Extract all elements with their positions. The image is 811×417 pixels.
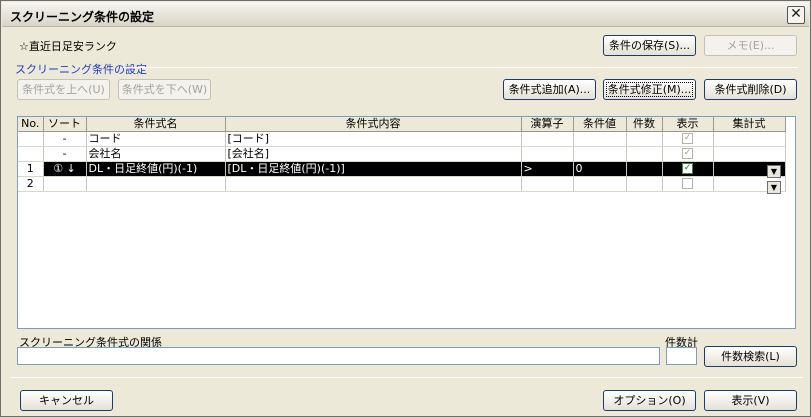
cell-operator: > (521, 161, 574, 177)
cell-value: 0 (573, 161, 627, 177)
cell-show: ✓ (662, 131, 714, 147)
aggregate-dropdown-icon[interactable]: ▼ (767, 181, 781, 194)
cell-no (18, 146, 44, 162)
col-count[interactable]: 件数 (626, 117, 663, 132)
title-bar: スクリーニング条件の設定 ✕ (2, 2, 809, 27)
conditions-grid[interactable]: No. ソート 条件式名 条件式内容 演算子 条件値 件数 表示 集計式 - コ… (17, 116, 796, 329)
cell-show: ✓ (662, 146, 714, 162)
col-value[interactable]: 条件値 (573, 117, 627, 132)
cell-content (225, 176, 522, 192)
cell-content: [DL・日足終値(円)(-1)] (225, 161, 522, 177)
screening-dialog: スクリーニング条件の設定 ✕ ☆直近日足安ランク 条件の保存(S)... メモ(… (0, 0, 811, 417)
cell-no: 2 (18, 176, 44, 192)
cell-aggregate (713, 131, 786, 147)
cancel-button[interactable]: キャンセル (20, 390, 113, 411)
cell-value (573, 131, 627, 147)
relation-input[interactable] (17, 347, 660, 365)
col-name[interactable]: 条件式名 (86, 117, 226, 132)
cell-name: 会社名 (86, 146, 226, 162)
cell-no: 1 (18, 161, 44, 177)
cell-name (86, 176, 226, 192)
cell-operator (521, 146, 574, 162)
cell-sort: - (43, 131, 87, 147)
col-aggregate[interactable]: 集計式 (713, 117, 786, 132)
cell-sort: ① ↓ (43, 161, 87, 177)
cell-content: [会社名] (225, 146, 522, 162)
cell-value (573, 146, 627, 162)
cell-aggregate (713, 146, 786, 162)
display-button[interactable]: 表示(V) (704, 390, 797, 411)
cell-count (626, 131, 663, 147)
table-row[interactable]: - コード [コード] ✓ (18, 131, 786, 147)
show-checkbox[interactable] (682, 178, 693, 189)
col-show[interactable]: 表示 (662, 117, 714, 132)
cell-count (626, 146, 663, 162)
col-content[interactable]: 条件式内容 (225, 117, 522, 132)
conditions-table: No. ソート 条件式名 条件式内容 演算子 条件値 件数 表示 集計式 - コ… (18, 117, 786, 192)
delete-condition-button[interactable]: 条件式削除(D) (704, 79, 797, 100)
count-search-button[interactable]: 件数検索(L) (704, 346, 797, 367)
col-operator[interactable]: 演算子 (521, 117, 574, 132)
section-label: スクリーニング条件の設定 (15, 63, 147, 76)
aggregate-dropdown-icon[interactable]: ▼ (767, 165, 781, 178)
move-down-button[interactable]: 条件式を下へ(W) (118, 79, 211, 100)
table-row-selected[interactable]: 1 ① ↓ DL・日足終値(円)(-1) [DL・日足終値(円)(-1)] > … (18, 161, 786, 177)
add-condition-button[interactable]: 条件式追加(A)... (503, 79, 596, 100)
grid-header-row: No. ソート 条件式名 条件式内容 演算子 条件値 件数 表示 集計式 (18, 117, 786, 132)
section-divider (123, 67, 798, 68)
cell-operator (521, 176, 574, 192)
cell-name: コード (86, 131, 226, 147)
close-icon[interactable]: ✕ (787, 6, 805, 24)
memo-button[interactable]: メモ(E)... (704, 35, 797, 56)
cell-show: ✓ (662, 161, 714, 177)
cell-value (573, 176, 627, 192)
cell-count (626, 161, 663, 177)
show-checkbox[interactable]: ✓ (682, 148, 693, 159)
modify-condition-button[interactable]: 条件式修正(M)... (603, 79, 696, 100)
move-up-button[interactable]: 条件式を上へ(U) (17, 79, 110, 100)
cell-no (18, 131, 44, 147)
table-row[interactable]: 2 (18, 176, 786, 192)
cell-sort: - (43, 146, 87, 162)
table-row[interactable]: - 会社名 [会社名] ✓ (18, 146, 786, 162)
window-title: スクリーニング条件の設定 (10, 10, 155, 24)
col-sort[interactable]: ソート (43, 117, 87, 132)
cell-content: [コード] (225, 131, 522, 147)
cell-name: DL・日足終値(円)(-1) (86, 161, 226, 177)
footer-divider (10, 377, 803, 378)
cell-count (626, 176, 663, 192)
option-button[interactable]: オプション(O) (603, 390, 696, 411)
cell-operator (521, 131, 574, 147)
count-total-field (666, 347, 697, 365)
cell-show (662, 176, 714, 192)
show-checkbox[interactable]: ✓ (682, 163, 693, 174)
save-condition-button[interactable]: 条件の保存(S)... (603, 35, 696, 56)
cell-sort (43, 176, 87, 192)
condition-name: ☆直近日足安ランク (19, 40, 117, 53)
show-checkbox[interactable]: ✓ (682, 133, 693, 144)
col-no[interactable]: No. (18, 117, 44, 132)
